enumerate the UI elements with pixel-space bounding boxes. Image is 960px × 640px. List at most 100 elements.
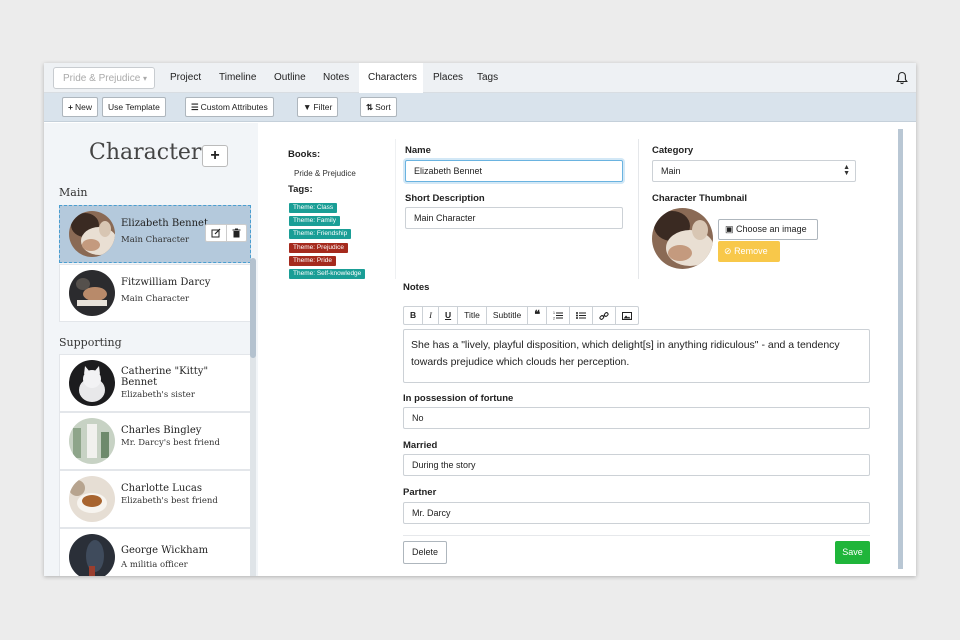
tag-badge[interactable]: Theme: Prejudice bbox=[289, 243, 348, 253]
sidebar-title: Characters bbox=[89, 140, 213, 165]
link-icon[interactable] bbox=[593, 307, 617, 324]
category-select[interactable]: Main ▲ ▼ bbox=[652, 160, 856, 182]
main-scrollbar[interactable] bbox=[898, 129, 903, 569]
notes-label: Notes bbox=[403, 282, 430, 293]
tag-badge[interactable]: Theme: Pride bbox=[289, 256, 337, 266]
character-desc: Main Character bbox=[121, 294, 190, 304]
delete-button[interactable]: Delete bbox=[403, 541, 447, 564]
divider bbox=[395, 139, 396, 279]
character-name: Fitzwilliam Darcy bbox=[121, 277, 211, 288]
married-input[interactable]: During the story bbox=[403, 454, 870, 476]
character-card-bingley[interactable]: Charles Bingley Mr. Darcy's best friend bbox=[59, 412, 251, 470]
fortune-label: In possession of fortune bbox=[403, 393, 514, 404]
character-desc: A militia officer bbox=[121, 560, 188, 570]
trash-icon[interactable] bbox=[225, 225, 247, 241]
image-icon: ▣ bbox=[725, 224, 734, 234]
use-template-button[interactable]: Use Template bbox=[102, 97, 166, 117]
remove-image-button[interactable]: ⊘ Remove bbox=[718, 241, 780, 262]
character-sidebar: Characters + Main Elizabeth Bennet Main … bbox=[44, 123, 258, 576]
nav-places[interactable]: Places bbox=[424, 63, 472, 93]
divider bbox=[638, 139, 639, 279]
character-desc: Mr. Darcy's best friend bbox=[121, 438, 220, 448]
tag-badge[interactable]: Theme: Family bbox=[289, 216, 340, 226]
character-name: Charlotte Lucas bbox=[121, 483, 202, 494]
name-input[interactable]: Elizabeth Bennet bbox=[405, 160, 623, 182]
title-button[interactable]: Title bbox=[458, 307, 487, 324]
avatar bbox=[69, 211, 115, 257]
bold-button[interactable]: B bbox=[404, 307, 424, 324]
character-thumbnail bbox=[652, 208, 713, 269]
divider bbox=[403, 535, 870, 536]
nav-notes[interactable]: Notes bbox=[314, 63, 358, 93]
add-character-button[interactable]: + bbox=[202, 145, 228, 167]
custom-attributes-button[interactable]: ☰ Custom Attributes bbox=[185, 97, 274, 117]
name-label: Name bbox=[405, 145, 431, 156]
subtitle-button[interactable]: Subtitle bbox=[487, 307, 529, 324]
short-description-label: Short Description bbox=[405, 193, 485, 204]
character-desc: Elizabeth's sister bbox=[121, 390, 195, 400]
sort-button[interactable]: ⇅ Sort bbox=[360, 97, 397, 117]
bullet-list-icon[interactable] bbox=[570, 307, 594, 324]
filter-icon: ▼ bbox=[303, 102, 312, 112]
book-link[interactable]: Pride & Prejudice bbox=[294, 169, 356, 178]
new-button-label: New bbox=[74, 102, 92, 112]
group-label-supporting: Supporting bbox=[59, 336, 122, 349]
plus-icon: + bbox=[68, 102, 73, 112]
group-label-main: Main bbox=[59, 186, 88, 199]
bell-icon[interactable] bbox=[896, 71, 908, 85]
character-detail-panel: Books: Pride & Prejudice Tags: Theme: Cl… bbox=[276, 129, 898, 576]
choose-image-label: Choose an image bbox=[736, 224, 807, 234]
avatar bbox=[69, 476, 115, 522]
ban-icon: ⊘ bbox=[724, 246, 732, 256]
fortune-input[interactable]: No bbox=[403, 407, 870, 429]
category-value: Main bbox=[661, 166, 681, 176]
svg-text:1: 1 bbox=[553, 311, 555, 315]
toolbar: + New Use Template ☰ Custom Attributes ▼ Fi… bbox=[44, 93, 916, 122]
filter-button-label: Filter bbox=[313, 102, 333, 112]
nav-timeline[interactable]: Timeline bbox=[210, 63, 265, 93]
top-nav: Pride & Prejudice ▾ Project Timeline Out… bbox=[44, 63, 916, 93]
app-window: Pride & Prejudice ▾ Project Timeline Out… bbox=[44, 63, 916, 576]
character-card-elizabeth[interactable]: Elizabeth Bennet Main Character bbox=[59, 205, 251, 263]
nav-project[interactable]: Project bbox=[161, 63, 210, 93]
character-card-charlotte[interactable]: Charlotte Lucas Elizabeth's best friend bbox=[59, 470, 251, 528]
ordered-list-icon[interactable]: 12 bbox=[547, 307, 571, 324]
italic-button[interactable]: I bbox=[423, 307, 439, 324]
image-icon[interactable] bbox=[616, 307, 638, 324]
filter-button[interactable]: ▼ Filter bbox=[297, 97, 339, 117]
avatar bbox=[69, 534, 115, 576]
tag-badge[interactable]: Theme: Friendship bbox=[289, 229, 352, 239]
character-card-darcy[interactable]: Fitzwilliam Darcy Main Character bbox=[59, 264, 251, 322]
avatar bbox=[69, 418, 115, 464]
character-card-kitty[interactable]: Catherine "Kitty" Bennet Elizabeth's sis… bbox=[59, 354, 251, 412]
tag-badge[interactable]: Theme: Self-knowledge bbox=[289, 269, 366, 279]
book-select[interactable]: Pride & Prejudice ▾ bbox=[53, 67, 155, 89]
svg-text:2: 2 bbox=[553, 317, 555, 321]
underline-button[interactable]: U bbox=[439, 307, 459, 324]
save-button[interactable]: Save bbox=[835, 541, 870, 564]
chevron-down-icon: ▾ bbox=[143, 74, 148, 83]
character-name: Catherine "Kitty" Bennet bbox=[121, 366, 209, 388]
character-name: Charles Bingley bbox=[121, 425, 202, 436]
nav-tags[interactable]: Tags bbox=[468, 63, 507, 93]
character-card-wickham[interactable]: George Wickham A militia officer bbox=[59, 528, 251, 576]
tag-badge[interactable]: Theme: Class bbox=[289, 203, 338, 213]
quote-icon[interactable]: ❝ bbox=[528, 307, 548, 324]
sidebar-scrollbar-thumb[interactable] bbox=[250, 258, 256, 358]
short-description-input[interactable]: Main Character bbox=[405, 207, 623, 229]
plus-icon: + bbox=[210, 147, 220, 164]
remove-label: Remove bbox=[734, 246, 768, 256]
nav-characters[interactable]: Characters bbox=[359, 63, 423, 93]
sort-button-label: Sort bbox=[375, 102, 391, 112]
character-name: George Wickham bbox=[121, 545, 209, 556]
partner-input[interactable]: Mr. Darcy bbox=[403, 502, 870, 524]
books-label: Books: bbox=[288, 149, 321, 160]
partner-label: Partner bbox=[403, 487, 437, 498]
nav-outline[interactable]: Outline bbox=[265, 63, 315, 93]
tags-label: Tags: bbox=[288, 184, 313, 195]
new-button[interactable]: + New bbox=[62, 97, 98, 117]
choose-image-button[interactable]: ▣ Choose an image bbox=[718, 219, 818, 240]
edit-icon[interactable] bbox=[206, 225, 226, 241]
thumbnail-label: Character Thumbnail bbox=[652, 193, 748, 204]
notes-editor[interactable]: She has a "lively, playful disposition, … bbox=[403, 329, 870, 383]
